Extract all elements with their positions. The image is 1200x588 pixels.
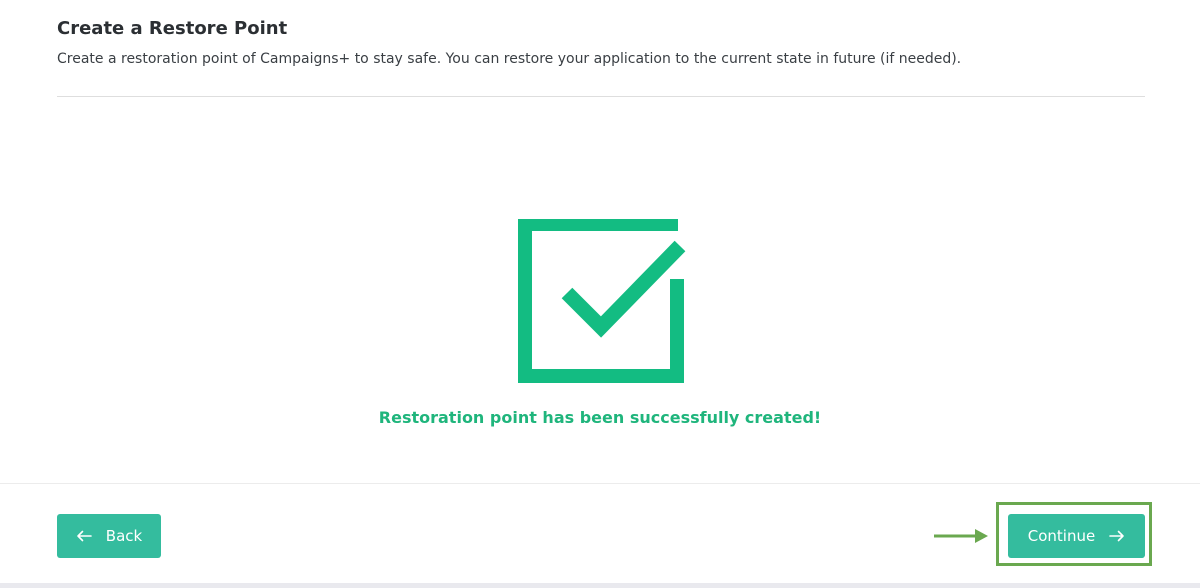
continue-button[interactable]: Continue [1008,514,1145,558]
page-description: Create a restoration point of Campaigns+… [57,51,962,67]
arrow-right-icon [1109,530,1125,542]
checkbox-checked-icon [518,219,686,383]
arrow-left-icon [76,530,92,542]
success-message: Restoration point has been successfully … [378,408,822,427]
bottom-edge [0,583,1200,588]
checkmark [561,240,686,338]
page-title: Create a Restore Point [57,18,288,39]
back-button-label: Back [105,527,143,545]
restore-point-page: Create a Restore Point Create a restorat… [0,0,1200,588]
back-button[interactable]: Back [57,514,161,558]
footer-divider [0,483,1200,484]
page-header: Create a Restore Point Create a restorat… [57,17,1145,68]
continue-button-label: Continue [1027,527,1096,545]
header-divider [57,96,1145,97]
checkbox-outline [518,219,684,383]
annotation-arrow-icon [934,529,988,543]
